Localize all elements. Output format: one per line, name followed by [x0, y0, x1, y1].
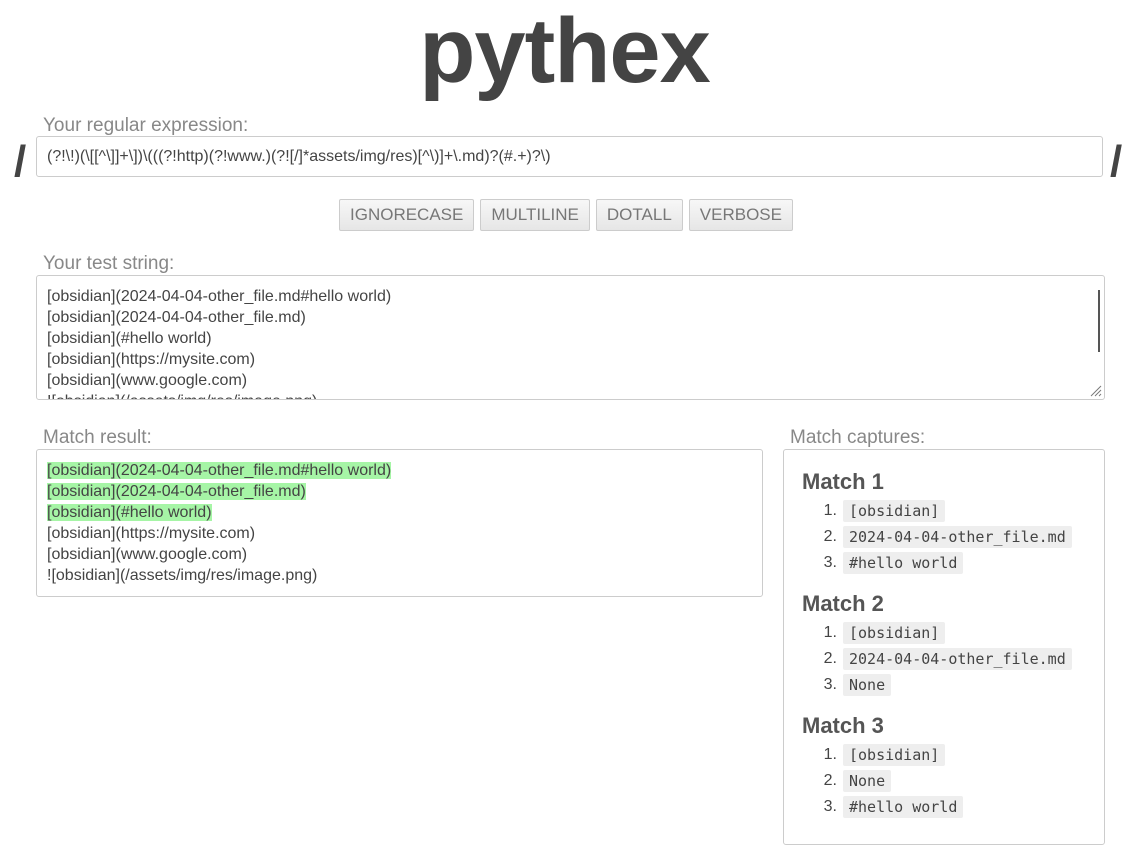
match-result-panel: [obsidian](2024-04-04-other_file.md#hell… [36, 449, 763, 597]
match-result-line: [obsidian](#hello world) [47, 502, 752, 523]
capture-group-value: None [843, 674, 892, 696]
match-title: Match 3 [802, 713, 884, 738]
matched-text: [obsidian](2024-04-04-other_file.md) [47, 483, 306, 500]
capture-group-list: 1. [obsidian] 2. None 3. #hello world [802, 742, 1104, 820]
capture-group-number: 2. [823, 772, 837, 789]
match-result-line: ![obsidian](/assets/img/res/image.png) [47, 565, 752, 586]
capture-group-number: 2. [823, 528, 837, 545]
capture-group-item: 1. [obsidian] [802, 498, 1104, 524]
capture-group-value: #hello world [843, 552, 964, 574]
capture-group-item: 2. None [802, 768, 1104, 794]
capture-group-list: 1. [obsidian] 2. 2024-04-04-other_file.md 3.… [802, 498, 1104, 576]
capture-group-item: 2. 2024-04-04-other_file.md [802, 646, 1104, 672]
capture-group-item: 2. 2024-04-04-other_file.md [802, 524, 1104, 550]
capture-group-item: 1. [obsidian] [802, 742, 1104, 768]
capture-group-number: 3. [823, 554, 837, 571]
test-string-textarea[interactable]: [obsidian](2024-04-04-other_file.md#hell… [36, 275, 1105, 400]
regex-label: Your regular expression: [43, 115, 249, 136]
match-captures-panel: Match 1 1. [obsidian] 2. 2024-04-04-other_fi… [783, 449, 1105, 845]
test-string-line: [obsidian](https://mysite.com) [47, 351, 256, 368]
test-string-line: [obsidian](2024-04-04-other_file.md#hell… [47, 288, 392, 305]
capture-group-value: [obsidian] [843, 744, 946, 766]
unmatched-text: [obsidian](www.google.com) [47, 546, 248, 563]
capture-group-item: 3. #hello world [802, 794, 1104, 820]
test-string-label: Your test string: [43, 253, 175, 274]
app-logo: pythex [419, 0, 711, 102]
capture-group-value: 2024-04-04-other_file.md [843, 526, 1072, 548]
regex-delimiter-right: / [1110, 137, 1123, 186]
regex-input[interactable] [36, 136, 1103, 177]
capture-group-item: 3. None [802, 672, 1104, 698]
match-result-line: [obsidian](www.google.com) [47, 544, 752, 565]
test-string-line: [obsidian](#hello world) [47, 330, 212, 347]
test-string-line: [obsidian](2024-04-04-other_file.md) [47, 309, 306, 326]
capture-group-number: 1. [823, 624, 837, 641]
flag-toolbar: IGNORECASE MULTILINE DOTALL VERBOSE [339, 199, 793, 231]
capture-group-number: 1. [823, 746, 837, 763]
match-result-line: [obsidian](https://mysite.com) [47, 523, 752, 544]
match-result-line: [obsidian](2024-04-04-other_file.md#hell… [47, 460, 752, 481]
match-captures-label: Match captures: [790, 427, 926, 448]
capture-group-item: 1. [obsidian] [802, 620, 1104, 646]
unmatched-text: ![obsidian](/assets/img/res/image.png) [47, 567, 318, 584]
capture-group-item: 3. #hello world [802, 550, 1104, 576]
match-result-label: Match result: [43, 427, 152, 448]
capture-group-value: None [843, 770, 892, 792]
test-string-line: [obsidian](www.google.com) [47, 372, 248, 389]
capture-group-value: 2024-04-04-other_file.md [843, 648, 1072, 670]
textarea-scrollbar[interactable] [1098, 290, 1100, 352]
capture-group-number: 1. [823, 502, 837, 519]
matched-text: [obsidian](2024-04-04-other_file.md#hell… [47, 462, 392, 479]
dotall-toggle[interactable]: DOTALL [595, 199, 683, 231]
matched-text: [obsidian](#hello world) [47, 504, 212, 521]
regex-delimiter-left: / [14, 137, 27, 186]
capture-group-value: [obsidian] [843, 500, 946, 522]
capture-group-number: 3. [823, 798, 837, 815]
capture-group-value: [obsidian] [843, 622, 946, 644]
capture-group-number: 2. [823, 650, 837, 667]
capture-group-value: #hello world [843, 796, 964, 818]
capture-group-number: 3. [823, 676, 837, 693]
match-title: Match 2 [802, 591, 884, 616]
resize-grip-icon[interactable] [1088, 383, 1102, 397]
match-result-line: [obsidian](2024-04-04-other_file.md) [47, 481, 752, 502]
multiline-toggle[interactable]: MULTILINE [480, 199, 590, 231]
test-string-line: ![obsidian](/assets/img/res/image.png) [47, 391, 1074, 399]
match-title: Match 1 [802, 469, 884, 494]
unmatched-text: [obsidian](https://mysite.com) [47, 525, 256, 542]
verbose-toggle[interactable]: VERBOSE [688, 199, 793, 231]
capture-group-list: 1. [obsidian] 2. 2024-04-04-other_file.md 3.… [802, 620, 1104, 698]
ignorecase-toggle[interactable]: IGNORECASE [339, 199, 475, 231]
